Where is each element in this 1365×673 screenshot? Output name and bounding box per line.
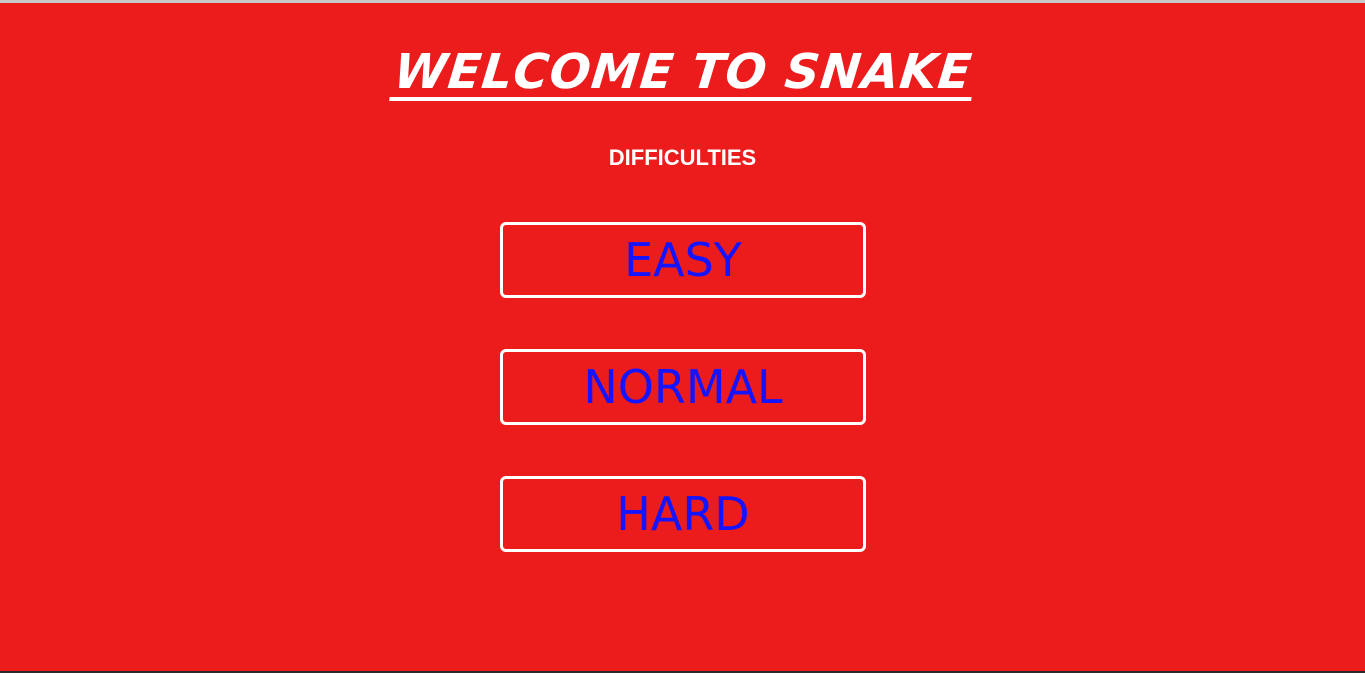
page-title: WELCOME TO SNAKE xyxy=(0,42,1365,102)
title-text: WELCOME TO SNAKE xyxy=(388,44,977,101)
easy-button[interactable]: EASY xyxy=(500,222,866,298)
normal-button[interactable]: NORMAL xyxy=(500,349,866,425)
difficulties-heading: DIFFICULTIES xyxy=(608,145,757,170)
game-start-screen xyxy=(0,3,1365,671)
hard-button[interactable]: HARD xyxy=(500,476,866,552)
